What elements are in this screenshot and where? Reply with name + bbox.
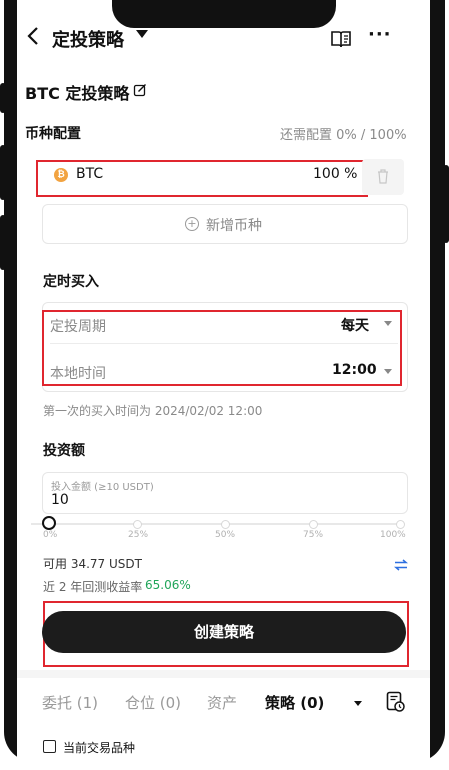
slider-tick-label: 100% — [380, 530, 406, 540]
page-title[interactable]: 定投策略 — [52, 26, 124, 52]
add-coin-label[interactable]: 新增币种 — [206, 215, 262, 235]
slider-tick-label: 75% — [303, 530, 324, 540]
edit-button[interactable] — [133, 82, 147, 101]
delete-coin-button[interactable] — [362, 159, 404, 195]
schedule-title: 定时买入 — [43, 274, 99, 290]
history-button[interactable] — [386, 691, 406, 717]
transfer-icon — [393, 559, 409, 571]
caret-down-icon[interactable] — [136, 30, 148, 38]
period-select[interactable]: 每天 — [341, 315, 369, 335]
slider-tick[interactable] — [309, 520, 318, 529]
tab-strategies[interactable]: 策略 (0) — [265, 692, 324, 713]
coin-percent-input[interactable]: 100 % — [313, 166, 357, 182]
slider-tick[interactable] — [133, 520, 142, 529]
btc-coin-icon: ₿ — [54, 168, 68, 182]
guide-button[interactable] — [331, 30, 351, 48]
time-label: 本地时间 — [50, 366, 106, 382]
edit-icon — [133, 84, 146, 97]
tab-positions[interactable]: 仓位 (0) — [125, 692, 181, 713]
current-pair-label[interactable]: 当前交易品种 — [63, 739, 135, 756]
current-pair-checkbox[interactable] — [43, 740, 56, 753]
back-button[interactable] — [26, 25, 40, 53]
slider-tick-label: 50% — [215, 530, 236, 540]
first-buy-note: 第一次的买入时间为 2024/02/02 12:00 — [43, 404, 263, 418]
period-label: 定投周期 — [50, 319, 106, 335]
backtest-value: 65.06% — [145, 578, 191, 592]
strategy-name: BTC 定投策略 — [25, 84, 130, 103]
phone-side-button — [0, 215, 6, 270]
chevron-left-icon — [27, 27, 38, 45]
amount-slider[interactable] — [31, 523, 397, 525]
more-icon[interactable]: ··· — [368, 24, 392, 45]
plus-circle-icon: + — [185, 217, 199, 231]
caret-down-icon[interactable] — [354, 701, 362, 706]
coin-name[interactable]: BTC — [76, 166, 103, 182]
book-icon — [331, 31, 351, 48]
backtest-label: 近 2 年回测收益率 — [43, 580, 143, 594]
phone-side-button — [0, 83, 6, 113]
slider-tick-label: 0% — [43, 530, 58, 540]
currency-config-title: 币种配置 — [25, 126, 81, 142]
time-select[interactable]: 12:00 — [332, 362, 377, 378]
phone-side-button — [0, 145, 6, 200]
tab-assets[interactable]: 资产 — [207, 692, 237, 713]
available-balance: 可用 34.77 USDT — [43, 557, 142, 571]
trash-icon — [378, 169, 388, 184]
investment-title: 投资额 — [43, 443, 85, 459]
amount-input-label: 投入金额 (≥10 USDT) — [51, 482, 154, 493]
history-icon — [386, 691, 405, 712]
caret-down-icon[interactable] — [384, 369, 392, 374]
slider-thumb[interactable] — [42, 516, 56, 530]
phone-notch — [112, 0, 336, 28]
slider-tick-label: 25% — [128, 530, 149, 540]
transfer-button[interactable] — [393, 556, 409, 575]
amount-input-value[interactable]: 10 — [51, 492, 69, 508]
phone-side-button — [443, 165, 449, 243]
create-strategy-button[interactable]: 创建策略 — [42, 611, 406, 653]
slider-tick[interactable] — [396, 520, 405, 529]
config-remaining: 还需配置 0% / 100% — [280, 128, 407, 143]
slider-tick[interactable] — [221, 520, 230, 529]
caret-down-icon[interactable] — [384, 321, 392, 326]
tab-orders[interactable]: 委托 (1) — [42, 692, 98, 713]
